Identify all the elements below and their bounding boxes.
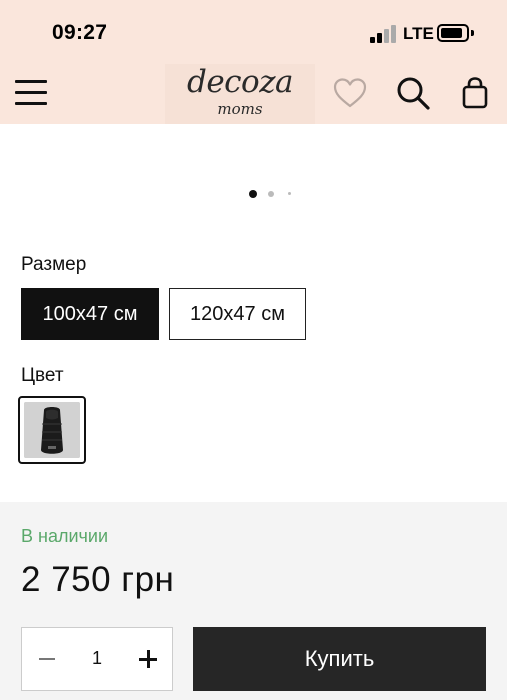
gallery-dot-active[interactable]: [249, 190, 257, 198]
logo[interactable]: decoza moms: [165, 64, 315, 124]
status-time: 09:27: [52, 21, 108, 44]
signal-icon: [370, 24, 398, 43]
logo-subtext: moms: [217, 100, 263, 118]
heart-icon[interactable]: [331, 74, 369, 112]
quantity-value[interactable]: 1: [72, 648, 122, 669]
network-label: LTE: [403, 24, 434, 43]
quantity-stepper: 1: [21, 627, 173, 691]
status-bar: 09:27 LTE: [0, 0, 507, 64]
sleeping-bag-thumbnail: [24, 402, 80, 458]
price: 2 750 грн: [21, 560, 175, 599]
size-option-100x47[interactable]: 100x47 см: [21, 288, 159, 340]
battery-icon: [437, 24, 469, 42]
size-option-120x47[interactable]: 120x47 см: [169, 288, 306, 340]
product-details: Размер 100x47 см 120x47 см Цвет: [0, 124, 507, 502]
size-label: Размер: [21, 254, 87, 275]
nav-bar: decoza moms: [0, 64, 507, 124]
header-area: 09:27 LTE decoza moms: [0, 0, 507, 124]
plus-icon-vertical: [147, 650, 150, 668]
gallery-pagination: [0, 190, 507, 200]
bag-icon[interactable]: [456, 74, 494, 112]
decrease-quantity-button[interactable]: [22, 628, 72, 690]
availability-status: В наличии: [21, 526, 109, 546]
increase-quantity-button[interactable]: [122, 628, 172, 690]
gallery-dot[interactable]: [288, 192, 291, 195]
color-label: Цвет: [21, 365, 64, 386]
logo-text: decoza: [186, 64, 294, 100]
gallery-dot[interactable]: [268, 191, 274, 197]
purchase-panel: В наличии 2 750 грн 1 Купить: [0, 502, 507, 700]
minus-icon: [39, 658, 55, 660]
menu-icon[interactable]: [15, 80, 47, 106]
sleeping-bag-image: [24, 402, 80, 458]
search-icon[interactable]: [394, 74, 432, 112]
buy-button[interactable]: Купить: [193, 627, 486, 691]
battery-tip: [471, 30, 474, 36]
color-swatch-black[interactable]: [18, 396, 86, 464]
